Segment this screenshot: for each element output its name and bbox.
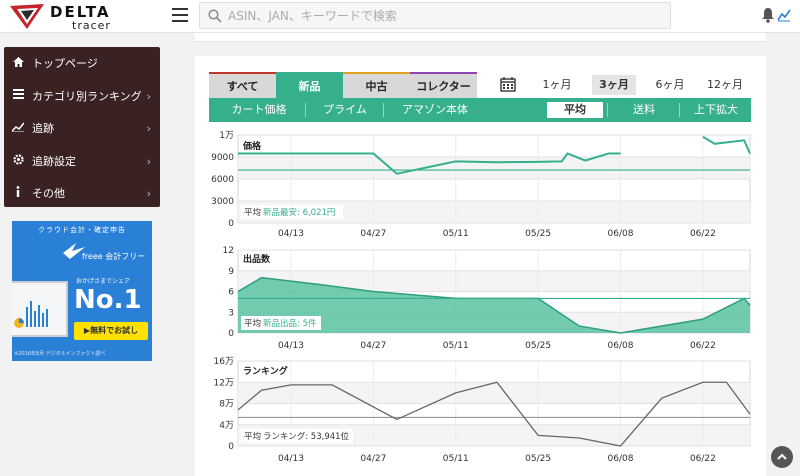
top-card-edge [195,33,766,42]
gear-icon [4,154,32,168]
sidebar-item-tracking-settings[interactable]: 追跡設定 › [4,145,160,178]
tab-used[interactable]: 中古 [343,72,410,98]
toggle-vertical-zoom[interactable]: 上下拡大 [683,98,749,122]
toggle-shipping[interactable]: 送料 [611,98,677,122]
chevron-right-icon: › [146,122,151,135]
menu-toggle-icon[interactable] [172,8,188,22]
search-input[interactable] [228,6,658,26]
banner-free-trial-button[interactable]: ▶無料でお試し [74,322,148,340]
display-options-bar: カート価格 プライム アマゾン本体 平均 送料 上下拡大 [209,98,751,122]
toggle-amazon[interactable]: アマゾン本体 [387,98,483,122]
banner-share-text: おかげさまでシェア [76,278,131,285]
banner-top-text: クラウド会計・確定申告 [38,226,126,234]
sidebar-item-top[interactable]: トップページ [4,47,160,80]
toggle-average[interactable]: 平均 [547,102,603,118]
sidebar-item-label: トップページ [32,57,98,71]
search-icon [208,9,222,23]
graph-card: すべて 新品 中古 コレクター 1ヶ月 3ヶ月 6ヶ月 12ヶ月 カート価格 プ… [195,56,766,476]
range-1-month[interactable]: 1ヶ月 [538,75,576,95]
chevron-right-icon: › [146,89,151,103]
home-icon [4,56,32,70]
sidebar-item-tracking[interactable]: 追跡 › [4,112,160,145]
banner-headline: No.1 [74,285,142,315]
chevron-up-icon [777,453,787,460]
banner-footnote: ※2016年8月 デジタルインファクト調べ [14,351,106,357]
freee-banner-ad[interactable]: クラウド会計・確定申告 freee 会計フリー おかげさまでシェア No.1 ▶… [12,221,152,361]
info-icon [4,186,32,200]
tab-new[interactable]: 新品 [276,72,343,98]
sidebar-item-label: 追跡 [32,122,54,136]
banner-screenshot-image [12,281,68,337]
scroll-to-top-button[interactable] [771,446,793,468]
condition-tabs: すべて 新品 中古 コレクター [209,72,477,98]
chevron-right-icon: › [146,154,151,168]
top-header: DELTA tracer [0,0,800,33]
sidebar-nav: トップページ カテゴリ別ランキング › 追跡 › 追跡設定 › その他 › [4,47,160,207]
range-6-months[interactable]: 6ヶ月 [650,75,690,95]
toggle-cart-price[interactable]: カート価格 [215,98,303,122]
list-icon [4,89,32,102]
toggle-prime[interactable]: プライム [309,98,381,122]
delta-tracer-logo[interactable]: DELTA tracer [8,2,148,32]
sidebar-item-label: その他 [32,187,65,201]
sidebar-item-other[interactable]: その他 › [4,177,160,210]
range-3-months[interactable]: 3ヶ月 [592,75,636,95]
logo-mark-icon [10,4,44,29]
range-12-months[interactable]: 12ヶ月 [703,75,747,95]
calendar-icon[interactable] [500,77,516,92]
tab-all[interactable]: すべて [209,72,276,98]
search-box [199,2,671,29]
chart-icon [4,122,32,135]
sidebar-item-category-ranking[interactable]: カテゴリ別ランキング › [4,80,160,113]
tab-collector[interactable]: コレクター [410,72,477,98]
sidebar-item-label: 追跡設定 [32,154,76,168]
logo-subtext: tracer [72,19,111,32]
chevron-right-icon: › [146,187,151,200]
banner-brand: freee 会計フリー [82,252,146,261]
bell-icon[interactable] [761,7,775,23]
sidebar-item-label: カテゴリ別ランキング [32,89,142,103]
trend-icon[interactable] [777,8,791,22]
